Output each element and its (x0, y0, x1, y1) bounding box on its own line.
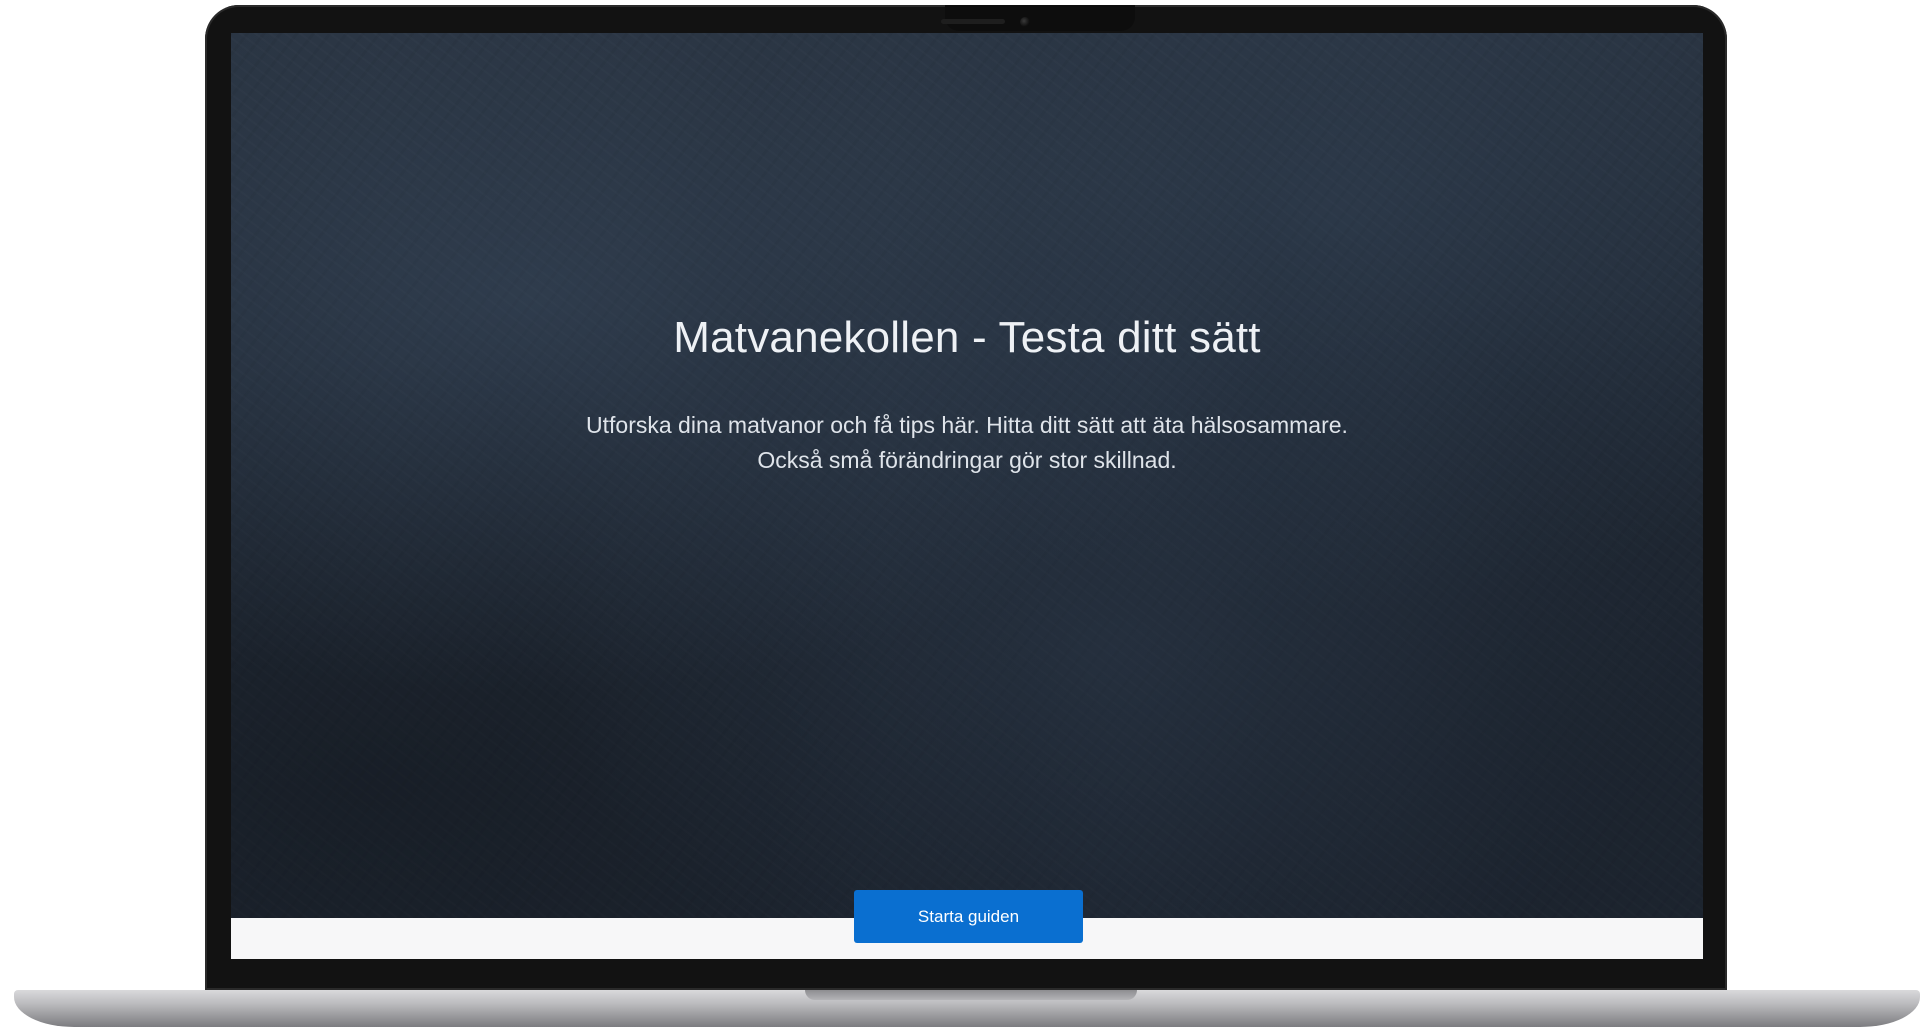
intro-line-1: Utforska dina matvanor och få tips här. … (586, 412, 1348, 438)
camera-notch (945, 5, 1135, 31)
page-title: Matvanekollen - Testa ditt sätt (673, 313, 1261, 362)
start-guide-button[interactable]: Starta guiden (854, 890, 1083, 943)
camera-icon (1020, 17, 1030, 27)
intro-line-2: Också små förändringar gör stor skillnad… (757, 447, 1177, 473)
laptop-mockup: Matvanekollen - Testa ditt sätt Utforska… (0, 0, 1931, 1027)
laptop-base-notch (805, 990, 1137, 1000)
screen: Matvanekollen - Testa ditt sätt Utforska… (231, 33, 1703, 959)
intro-text: Utforska dina matvanor och få tips här. … (467, 408, 1467, 478)
sensor-icon (941, 19, 1005, 24)
hero-section: Matvanekollen - Testa ditt sätt Utforska… (231, 33, 1703, 918)
